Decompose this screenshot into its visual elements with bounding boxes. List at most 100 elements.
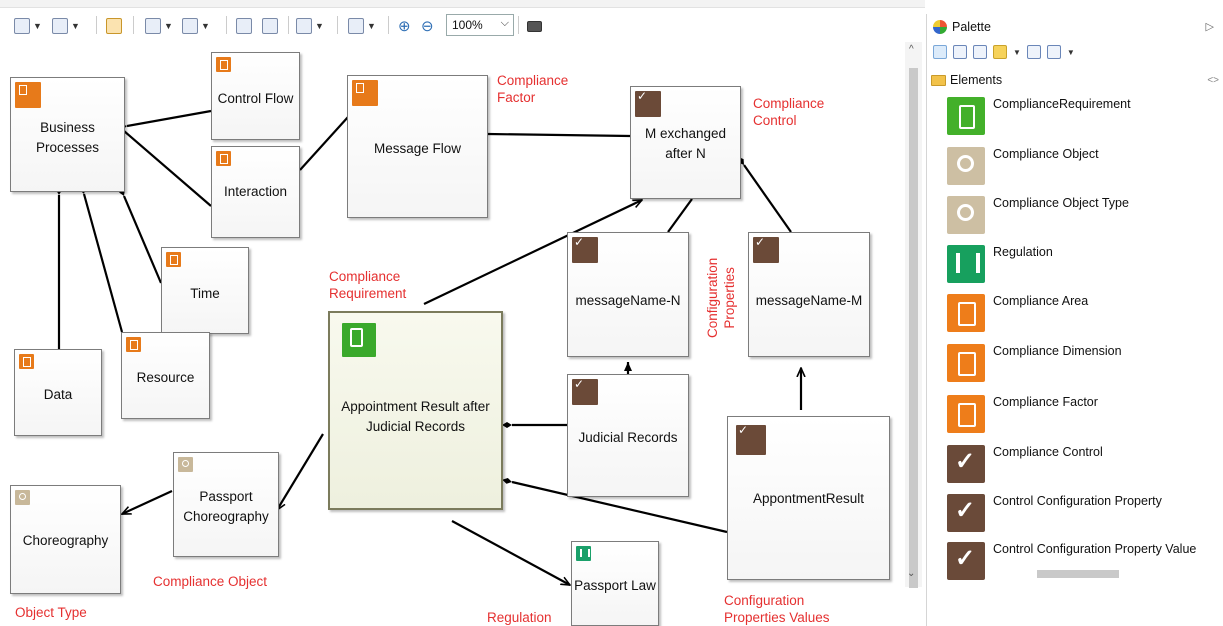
zoom-out-button[interactable]: ⊖ <box>421 15 434 37</box>
palette-item[interactable]: Control Configuration Property Value <box>947 542 1222 586</box>
node-business-processes[interactable]: Business Processes <box>10 77 125 192</box>
screenshot-button[interactable] <box>527 15 542 37</box>
annotation-regulation: Regulation <box>487 610 552 625</box>
palette-item[interactable]: Compliance Object <box>947 147 1222 191</box>
compliance-factor-icon <box>352 80 378 106</box>
scroll-down-icon[interactable]: ⌄ <box>907 568 915 579</box>
compliance-control-icon <box>753 235 779 263</box>
toolbar-separator <box>388 16 389 34</box>
compliance-requirement-icon <box>947 97 985 135</box>
toolbar-separator <box>96 16 97 34</box>
zoom-in-button[interactable]: ⊕ <box>398 15 411 37</box>
scroll-up-icon[interactable]: ^ <box>909 44 914 55</box>
node-label: Data <box>43 387 73 402</box>
note-attachment-tool-icon[interactable] <box>1046 45 1061 59</box>
compliance-requirement-icon <box>342 323 376 357</box>
node-label: messageName-N <box>575 293 681 308</box>
palette-item-label: Control Configuration Property <box>993 494 1162 508</box>
node-resource[interactable]: Resource <box>121 332 210 419</box>
folder-icon <box>931 74 946 86</box>
connector-tool-icon[interactable] <box>1026 45 1041 59</box>
toolbar-separator <box>226 16 227 34</box>
palette-title: Palette <box>952 20 991 34</box>
palette-item[interactable]: Control Configuration Property <box>947 494 1222 538</box>
books-icon <box>947 245 985 283</box>
compliance-factor-icon <box>216 151 231 166</box>
node-interaction[interactable]: Interaction <box>211 146 300 238</box>
compliance-control-icon <box>572 377 598 405</box>
canvas-vertical-scrollbar[interactable]: ^ <box>905 42 922 588</box>
node-passport-choreography[interactable]: Passport Choreography <box>173 452 279 557</box>
select-tool-icon[interactable] <box>933 45 947 59</box>
zoom-select[interactable]: 100% ⌵ <box>446 14 514 36</box>
compliance-factor-icon <box>15 82 41 108</box>
palette-scroll-indicator[interactable] <box>1037 570 1119 578</box>
node-message-flow[interactable]: Message Flow <box>347 75 488 218</box>
node-label: Time <box>190 286 220 301</box>
clipboard-button[interactable]: ▼ <box>348 15 376 37</box>
scrollbar-thumb[interactable] <box>909 68 918 588</box>
palette-item[interactable]: Compliance Factor <box>947 395 1222 439</box>
view-button[interactable] <box>236 15 252 37</box>
note-tool-icon[interactable] <box>993 45 1007 59</box>
align-button[interactable]: ▼ <box>296 15 324 37</box>
node-data[interactable]: Data <box>14 349 102 436</box>
toolbar-separator <box>288 16 289 34</box>
filter-button[interactable]: ▼ <box>182 15 210 37</box>
checkbox-icon <box>947 445 985 483</box>
node-judicial-records[interactable]: Judicial Records <box>567 374 689 497</box>
palette-item[interactable]: Compliance Object Type <box>947 196 1222 240</box>
node-label: Control Flow <box>217 91 294 106</box>
node-appointment-result-requirement[interactable]: Appointment Result after Judicial Record… <box>328 311 503 510</box>
node-passport-law[interactable]: Passport Law <box>571 541 659 626</box>
toolbar-strip <box>0 0 925 8</box>
palette-item[interactable]: Compliance Dimension <box>947 344 1222 388</box>
annotation-configuration-properties-values: Configuration Properties Values <box>724 593 830 625</box>
palette-item[interactable]: Compliance Area <box>947 294 1222 338</box>
chevron-down-icon: ▼ <box>164 21 173 31</box>
chevron-down-icon[interactable]: ▼ <box>1067 48 1075 57</box>
compliance-object-icon <box>178 457 193 472</box>
palette-item-label: Compliance Dimension <box>993 344 1122 358</box>
toolbar-separator <box>518 16 519 34</box>
chevron-down-icon[interactable]: ▼ <box>1013 48 1021 57</box>
node-control-flow[interactable]: Control Flow <box>211 52 300 140</box>
palette-item[interactable]: ComplianceRequirement <box>947 97 1222 141</box>
node-time[interactable]: Time <box>161 247 249 334</box>
layout-button[interactable]: ▼ <box>14 15 42 37</box>
node-appontment-result[interactable]: AppontmentResult <box>727 416 890 580</box>
node-label: Passport Choreography <box>183 489 269 524</box>
palette-item[interactable]: Compliance Control <box>947 445 1222 489</box>
node-message-name-n[interactable]: messageName-N <box>567 232 689 357</box>
palette-item[interactable]: Regulation <box>947 245 1222 289</box>
checkbox-icon <box>947 542 985 580</box>
select-button[interactable]: ▼ <box>145 15 173 37</box>
node-label: Resource <box>136 370 195 385</box>
clipboard-icon <box>947 395 985 433</box>
clipboard-icon <box>947 294 985 332</box>
node-message-name-m[interactable]: messageName-M <box>748 232 870 357</box>
node-choreography[interactable]: Choreography <box>10 485 121 594</box>
palette-section-elements[interactable]: Elements <> <box>931 70 1221 90</box>
node-m-exchanged[interactable]: M exchanged after N <box>630 86 741 199</box>
link-button[interactable] <box>106 15 122 37</box>
collapse-section-icon[interactable]: <> <box>1207 75 1219 86</box>
zoom-in-tool-icon[interactable] <box>953 45 967 59</box>
chevron-down-icon: ▼ <box>201 21 210 31</box>
palette-item-label: Compliance Area <box>993 294 1089 308</box>
collapse-icon[interactable]: ▷ <box>1206 20 1214 33</box>
node-label: M exchanged after N <box>644 126 727 161</box>
toolbar-separator <box>337 16 338 34</box>
export-button[interactable] <box>262 15 278 37</box>
annotation-compliance-control: Compliance Control <box>753 96 825 128</box>
compliance-factor-icon <box>126 337 141 352</box>
node-label: Judicial Records <box>578 430 678 445</box>
arrange-button[interactable]: ▼ <box>52 15 80 37</box>
node-label: Interaction <box>223 184 288 199</box>
annotation-compliance-object: Compliance Object <box>153 574 268 589</box>
zoom-out-tool-icon[interactable] <box>973 45 987 59</box>
export-icon <box>262 18 278 34</box>
palette-item-label: Compliance Object Type <box>993 196 1129 210</box>
node-label: Choreography <box>22 533 109 548</box>
compliance-control-icon <box>736 423 766 455</box>
